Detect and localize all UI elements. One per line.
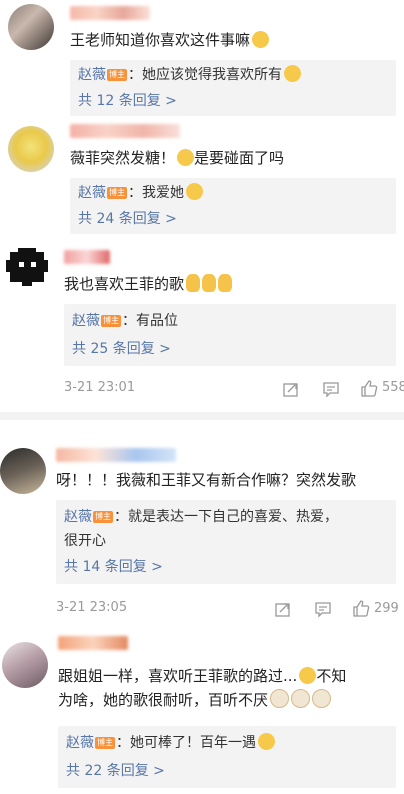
reply-text: ：她应该觉得我喜欢所有 — [128, 67, 282, 83]
reply-line: 赵薇 博主 ：我爱她 — [78, 182, 203, 204]
reply-text: ：她可棒了！百年一遇 — [116, 735, 256, 751]
username[interactable] — [56, 448, 176, 462]
reply-count-link[interactable]: 共 12 条回复 > — [78, 90, 177, 112]
reply-count-link[interactable]: 共 25 条回复 > — [72, 338, 171, 360]
username[interactable] — [58, 636, 128, 650]
comment-item: 跟姐姐一样，喜欢听王菲歌的路过... 不知 为啥，她的歌很耐听，百听不厌 赵薇 博主… — [0, 632, 404, 794]
like-count: 558 — [382, 380, 404, 395]
thumbs-up-icon[interactable] — [352, 599, 370, 618]
comment-text: 我也喜欢王菲的歌 — [64, 272, 233, 296]
username[interactable] — [70, 124, 180, 138]
comment-text: 王老师知道你喜欢这件事嘛 — [70, 28, 270, 52]
avatar[interactable] — [4, 244, 50, 290]
reply-line: 赵薇 博主 ：她可棒了！百年一遇 — [66, 732, 275, 754]
reply-count-link[interactable]: 共 14 条回复 > — [64, 556, 163, 578]
reply-author[interactable]: 赵薇 — [72, 313, 100, 329]
reply-line-continued: 很开心 — [64, 533, 106, 549]
divider — [0, 412, 404, 420]
repost-icon[interactable] — [282, 380, 300, 398]
blogger-badge: 博主 — [101, 315, 121, 327]
reply-count-link[interactable]: 共 22 条回复 > — [66, 760, 165, 782]
repost-icon[interactable] — [274, 600, 292, 618]
reply-author[interactable]: 赵薇 — [78, 185, 106, 201]
reply-line: 赵薇 博主 ：就是表达一下自己的喜爱、热爱， — [64, 506, 338, 528]
comment-item: 薇菲突然发糖！ 是要碰面了吗 赵薇 博主 ：我爱她 共 24 条回复 > — [0, 120, 404, 240]
avatar[interactable] — [0, 448, 46, 494]
username[interactable] — [64, 250, 110, 264]
reply-box[interactable]: 赵薇 博主 ：她可棒了！百年一遇 共 22 条回复 > — [58, 726, 396, 788]
reply-line: 赵薇 博主 ：有品位 — [72, 310, 178, 332]
avatar[interactable] — [8, 126, 54, 172]
blogger-badge: 博主 — [93, 511, 113, 523]
blogger-badge: 博主 — [107, 69, 127, 81]
comment-text: 呀！！！我薇和王菲又有新合作嘛？突然发歌 — [56, 471, 357, 489]
avatar[interactable] — [8, 4, 54, 50]
reply-line: 赵薇 博主 ：她应该觉得我喜欢所有 — [78, 64, 301, 86]
comment-text: 跟姐姐一样，喜欢听王菲歌的路过... 不知 为啥，她的歌很耐听，百听不厌 — [58, 667, 347, 709]
shy-emoji-icon — [258, 733, 275, 750]
comment-item: 我也喜欢王菲的歌 赵薇 博主 ：有品位 共 25 条回复 > 3-21 23:01 … — [0, 240, 404, 410]
reply-text: ：就是表达一下自己的喜爱、热爱， — [114, 509, 338, 525]
blogger-badge: 博主 — [107, 187, 127, 199]
comment-item: 呀！！！我薇和王菲又有新合作嘛？突然发歌 赵薇 博主 ：就是表达一下自己的喜爱、热爱… — [0, 440, 404, 630]
username[interactable] — [70, 6, 150, 20]
reply-box[interactable]: 赵薇 博主 ：有品位 共 25 条回复 > — [64, 304, 396, 366]
thumbs-up-emoji-icon — [218, 274, 233, 292]
comment-icon[interactable] — [314, 600, 332, 618]
reply-box[interactable]: 赵薇 博主 ：她应该觉得我喜欢所有 共 12 条回复 > — [70, 60, 396, 116]
like-count: 299 — [374, 601, 399, 616]
smile-emoji-icon — [186, 183, 203, 200]
reply-author[interactable]: 赵薇 — [66, 735, 94, 751]
reply-count-link[interactable]: 共 24 条回复 > — [78, 208, 177, 230]
reply-text: ：有品位 — [122, 313, 178, 329]
dog-emoji-icon — [312, 689, 332, 708]
avatar[interactable] — [2, 642, 48, 688]
reply-box[interactable]: 赵薇 博主 ：就是表达一下自己的喜爱、热爱， 很开心 共 14 条回复 > — [56, 500, 396, 584]
comment-item: 王老师知道你喜欢这件事嘛 赵薇 博主 ：她应该觉得我喜欢所有 共 12 条回复 > — [0, 0, 404, 122]
grin-emoji-icon — [284, 65, 301, 82]
tongue-emoji-icon — [299, 667, 317, 684]
blogger-badge: 博主 — [95, 737, 115, 749]
thumbs-up-icon[interactable] — [360, 379, 378, 398]
grin-emoji-icon — [252, 31, 270, 48]
dog-emoji-icon — [291, 689, 311, 708]
reply-box[interactable]: 赵薇 博主 ：我爱她 共 24 条回复 > — [70, 178, 396, 234]
comment-icon[interactable] — [322, 380, 340, 398]
comment-text: 薇菲突然发糖！ 是要碰面了吗 — [70, 149, 285, 167]
comment-time: 3-21 23:05 — [56, 600, 128, 615]
reply-author[interactable]: 赵薇 — [78, 67, 106, 83]
thumbs-up-emoji-icon — [202, 274, 217, 292]
comment-time: 3-21 23:01 — [64, 380, 136, 395]
dog-emoji-icon — [270, 689, 290, 708]
thumbs-up-emoji-icon — [186, 274, 201, 292]
reply-text: ：我爱她 — [128, 185, 184, 201]
reply-author[interactable]: 赵薇 — [64, 509, 92, 525]
scream-emoji-icon — [177, 149, 195, 166]
